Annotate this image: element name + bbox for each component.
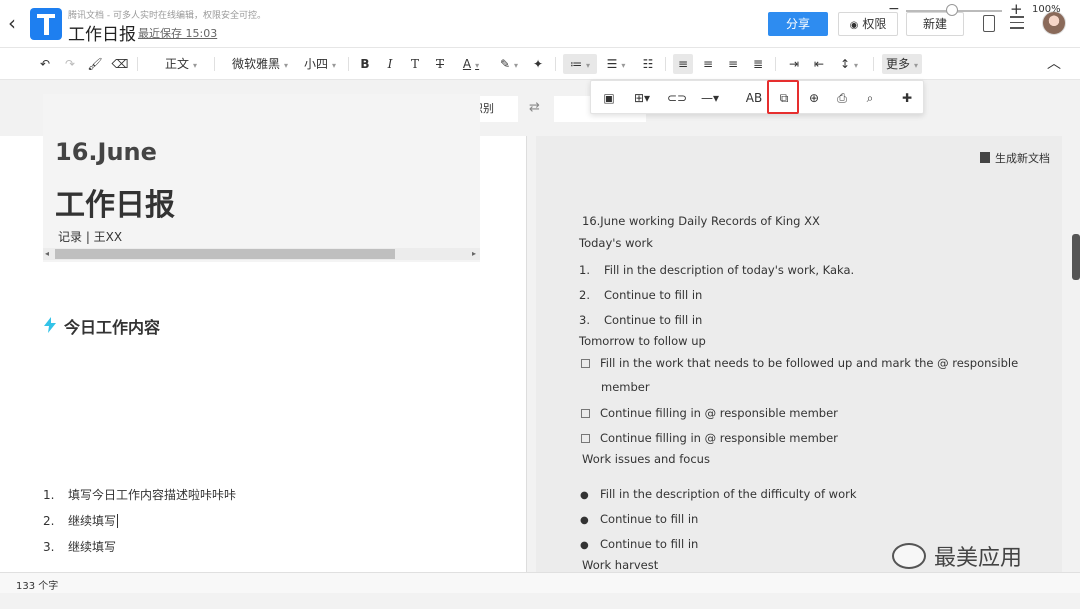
list-item: 2. 继续填写 — [43, 514, 119, 528]
text-effect-icon[interactable]: ✦ — [529, 54, 547, 74]
font-size-select[interactable]: 小四 — [300, 54, 340, 74]
comment-icon[interactable]: ✚ — [896, 89, 918, 107]
menu-icon[interactable] — [1010, 16, 1024, 30]
back-arrow-icon[interactable]: ‹ — [8, 12, 24, 34]
paragraph-style-select[interactable]: 正文 — [156, 54, 206, 74]
scroll-thumb[interactable] — [55, 249, 395, 259]
translation-subheading: Tomorrow to follow up — [579, 334, 706, 348]
more-tools-popup: ▣ ⊞▾ ⊂⊃ —▾ AB ⧉ ⊕ ⎙ ⌕ ✚ — [590, 80, 924, 114]
highlight-annotation — [767, 80, 799, 114]
cover-author: 记录 | 王XX — [58, 230, 123, 244]
checklist-icon[interactable]: ☷ — [638, 54, 658, 74]
word-count: 133 个字 — [16, 581, 59, 592]
translation-pane — [536, 136, 1062, 572]
bullet-list-icon[interactable]: ☰ — [602, 54, 630, 74]
collapse-toolbar-icon[interactable]: ︿ — [1044, 54, 1064, 74]
status-bar: 133 个字 — [0, 572, 1080, 593]
list-item: 1. 填写今日工作内容描述啦咔咔咔 — [43, 488, 237, 502]
tencent-docs-logo-icon — [30, 8, 62, 40]
ordered-list-icon[interactable]: ≔ — [563, 54, 597, 74]
align-left-icon[interactable]: ≡ — [673, 54, 693, 74]
align-justify-icon[interactable]: ≣ — [748, 54, 768, 74]
permission-label: 权限 — [862, 17, 887, 31]
lightning-icon — [44, 317, 56, 333]
last-saved-link[interactable]: 最近保存 15:03 — [138, 25, 217, 41]
insert-link-icon[interactable]: ⊂⊃ — [667, 89, 687, 107]
font-color-button[interactable]: A — [456, 54, 486, 74]
translation-checklist-item: Continue filling in @ responsible member — [581, 406, 838, 420]
checkbox-icon[interactable] — [581, 434, 590, 443]
translation-checklist-item-cont: member — [601, 380, 650, 394]
translation-list-item: 1. Fill in the description of today's wor… — [579, 263, 855, 277]
line-spacing-icon[interactable]: ↕ — [834, 54, 864, 74]
zoom-level: 100% — [1032, 4, 1061, 15]
highlight-color-icon[interactable]: ✎ — [496, 54, 522, 74]
clear-format-icon[interactable]: ⌫ — [111, 54, 129, 74]
align-right-icon[interactable]: ≡ — [723, 54, 743, 74]
zoom-in-button[interactable]: + — [1010, 0, 1023, 18]
vertical-scrollbar[interactable] — [1072, 234, 1080, 280]
undo-icon[interactable]: ↶ — [36, 54, 54, 74]
scroll-left-icon[interactable]: ◂ — [45, 248, 49, 260]
translation-bullet-item: ● Continue to fill in — [580, 512, 699, 526]
italic-button[interactable]: I — [381, 54, 399, 74]
format-toolbar: ↶ ↷ 🖌 ⌫ 正文 微软雅黑 小四 B I T T A ✎ ✦ ≔ ☰ ☷ ≡… — [0, 48, 1080, 80]
mobile-preview-icon[interactable] — [983, 15, 995, 32]
strikethrough-button[interactable]: T — [431, 54, 449, 74]
zoom-out-button[interactable]: − — [888, 1, 900, 17]
translation-bullet-item: ● Continue to fill in — [580, 537, 699, 551]
translation-checklist-item: Fill in the work that needs to be follow… — [581, 356, 1018, 370]
insert-image-icon[interactable]: ▣ — [599, 89, 619, 107]
section-title: 今日工作内容 — [64, 318, 161, 337]
spellcheck-icon[interactable]: AB — [743, 89, 765, 107]
insert-divider-icon[interactable]: —▾ — [695, 89, 725, 107]
checkbox-icon[interactable] — [581, 409, 590, 418]
translation-heading: 16.June working Daily Records of King XX — [582, 214, 820, 228]
cover-date: 16.June — [55, 138, 157, 166]
text-style-button[interactable]: T — [406, 54, 424, 74]
document-title[interactable]: 工作日报 — [68, 20, 136, 45]
generate-new-document-button[interactable]: 生成新文档 — [980, 150, 1050, 166]
bold-button[interactable]: B — [356, 54, 374, 74]
document-icon — [980, 152, 990, 163]
zoom-slider-handle[interactable] — [946, 4, 958, 16]
swap-languages-icon[interactable]: ⇄ — [529, 100, 540, 115]
header-bar: ‹ 腾讯文档 - 可多人实时在线编辑，权限安全可控。 工作日报 最近保存 15:… — [0, 0, 1080, 48]
increase-indent-icon[interactable]: ⇥ — [784, 54, 804, 74]
font-family-select[interactable]: 微软雅黑 — [228, 54, 292, 74]
translation-list-item: 2. Continue to fill in — [579, 288, 703, 302]
find-icon[interactable]: ⌕ — [859, 89, 881, 107]
wechat-logo-icon — [892, 543, 926, 569]
redo-icon[interactable]: ↷ — [61, 54, 79, 74]
seal-icon[interactable]: ⊕ — [803, 89, 825, 107]
translation-list-item: 3. Continue to fill in — [579, 313, 703, 327]
scroll-right-icon[interactable]: ▸ — [472, 248, 476, 260]
checkbox-icon[interactable] — [581, 359, 590, 368]
cover-horizontal-scrollbar[interactable]: ◂ ▸ — [43, 248, 480, 260]
share-button[interactable]: 分享 — [768, 12, 828, 36]
watermark: 最美应用 — [892, 540, 1022, 572]
translation-subheading: Work issues and focus — [582, 452, 710, 466]
translation-subheading: Today's work — [579, 236, 653, 250]
align-center-icon[interactable]: ≡ — [698, 54, 718, 74]
translation-subheading: Work harvest — [582, 558, 659, 572]
insert-table-icon[interactable]: ⊞▾ — [627, 89, 657, 107]
new-document-button[interactable]: 新建 — [906, 12, 964, 36]
more-button[interactable]: 更多 — [882, 54, 922, 74]
bottom-strip — [0, 593, 1080, 609]
format-painter-icon[interactable]: 🖌 — [86, 54, 104, 74]
print-icon[interactable]: ⎙ — [831, 89, 853, 107]
cover-title: 工作日报 — [55, 188, 175, 223]
translation-bullet-item: ● Fill in the description of the difficul… — [580, 487, 857, 501]
decrease-indent-icon[interactable]: ⇤ — [809, 54, 829, 74]
eye-icon: ◉ — [849, 20, 859, 31]
list-item: 3. 继续填写 — [43, 540, 117, 554]
translation-checklist-item: Continue filling in @ responsible member — [581, 431, 838, 445]
